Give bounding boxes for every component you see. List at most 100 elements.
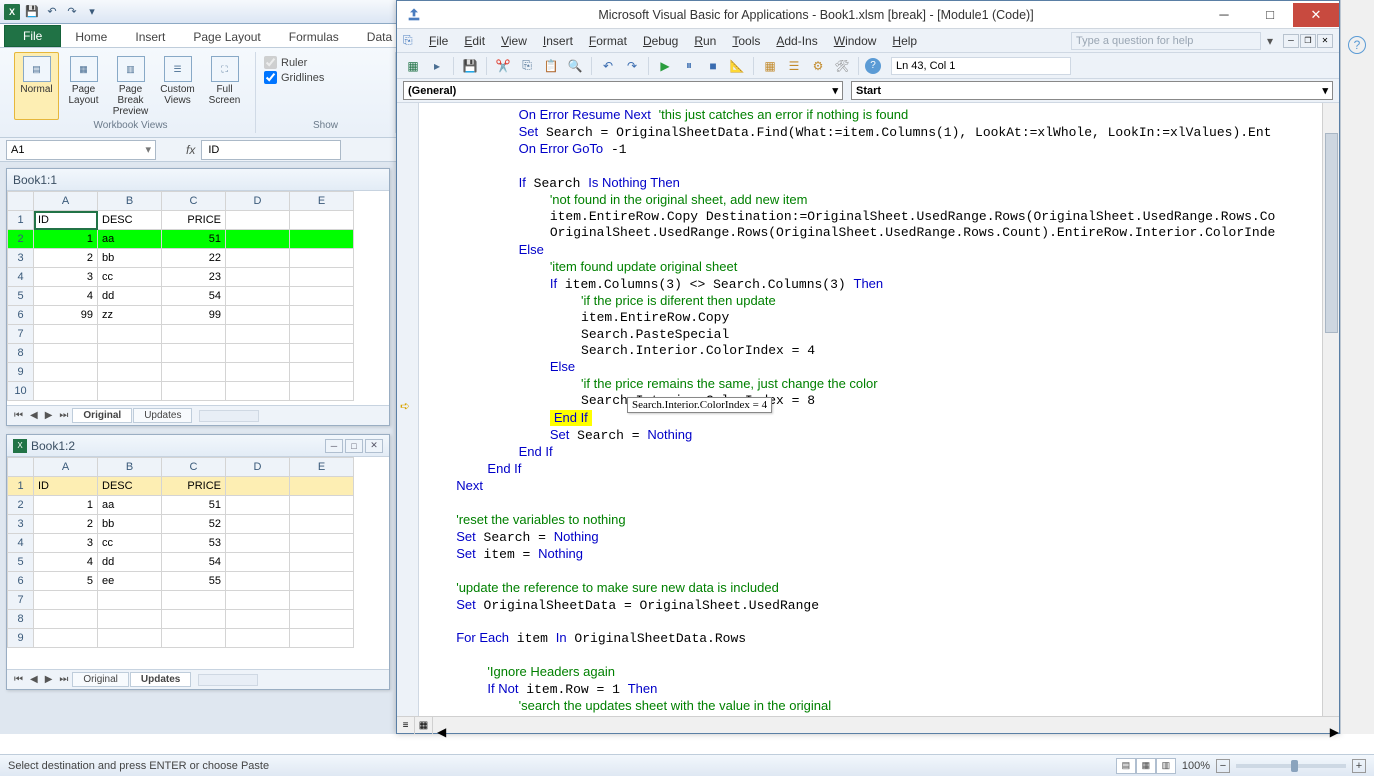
tab-nav-prev-icon[interactable]: ◀ <box>27 410 41 421</box>
menu-view[interactable]: View <box>493 32 535 50</box>
tab-file[interactable]: File <box>4 25 61 47</box>
object-combo[interactable]: (General)▾ <box>403 81 843 100</box>
window-book1-1: Book1:1 ABCDE1IDDESCPRICE21aa5132bb2243c… <box>6 168 390 426</box>
help-search-input[interactable]: Type a question for help <box>1071 32 1261 50</box>
menu-run[interactable]: Run <box>686 32 724 50</box>
value-tooltip: Search.Interior.ColorIndex = 4 <box>627 397 772 413</box>
reset-icon[interactable]: ■ <box>703 56 723 76</box>
cursor-location: Ln 43, Col 1 <box>891 57 1071 75</box>
vbe-window: Microsoft Visual Basic for Applications … <box>396 0 1340 734</box>
tab-nav-first-icon[interactable]: ⏮ <box>11 674 26 685</box>
save-icon[interactable]: 💾 <box>24 4 40 20</box>
worksheet-grid-1[interactable]: ABCDE1IDDESCPRICE21aa5132bb2243cc2354dd5… <box>7 191 389 405</box>
break-icon[interactable]: ⏸ <box>679 56 699 76</box>
zoom-in-icon[interactable]: + <box>1352 759 1366 773</box>
tab-nav-last-icon[interactable]: ⏭ <box>56 674 71 685</box>
paste-icon[interactable]: 📋 <box>541 56 561 76</box>
max-icon[interactable]: □ <box>345 439 363 453</box>
menu-edit[interactable]: Edit <box>456 32 493 50</box>
hscrollbar[interactable]: ≡▦ ◀▶ <box>397 716 1339 733</box>
excel-doc-icon: X <box>13 439 27 453</box>
view-shortcuts[interactable]: ▤▦▥ <box>1116 758 1176 774</box>
chk-ruler[interactable]: Ruler <box>264 56 387 69</box>
vbe-title: Microsoft Visual Basic for Applications … <box>431 8 1201 22</box>
menu-debug[interactable]: Debug <box>635 32 686 50</box>
maximize-button[interactable]: □ <box>1247 3 1293 27</box>
code-editor[interactable]: On Error Resume Next 'this just catches … <box>419 103 1322 716</box>
help-icon[interactable]: ? <box>865 58 881 74</box>
mdi-restore-icon[interactable]: ❐ <box>1300 34 1316 48</box>
redo-icon[interactable]: ↷ <box>622 56 642 76</box>
menu-help[interactable]: Help <box>884 32 925 50</box>
menu-tools[interactable]: Tools <box>724 32 768 50</box>
group-caption-show: Show <box>264 120 387 133</box>
mdi-min-icon[interactable]: ─ <box>1283 34 1299 48</box>
procedure-combo[interactable]: Start▾ <box>851 81 1333 100</box>
menu-window[interactable]: Window <box>826 32 885 50</box>
menu-format[interactable]: Format <box>581 32 635 50</box>
sheet-tab-updates[interactable]: Updates <box>133 408 192 423</box>
vbe-toolbar: ▦ ▸ 💾 ✂️ ⎘ 📋 🔍 ↶ ↷ ▶ ⏸ ■ 📐 ▦ ☰ ⚙ 🛠 ? Ln … <box>397 53 1339 79</box>
help-icon[interactable]: ? <box>1348 36 1366 54</box>
undo-icon[interactable]: ↶ <box>598 56 618 76</box>
tab-nav-prev-icon[interactable]: ◀ <box>27 674 41 685</box>
view-page-break-button[interactable]: ▥Page Break Preview <box>108 52 153 120</box>
fx-icon[interactable]: fx <box>186 143 195 157</box>
tab-insert[interactable]: Insert <box>121 27 179 47</box>
tab-page-layout[interactable]: Page Layout <box>179 27 274 47</box>
vbe-combo-row: (General)▾ Start▾ <box>397 79 1339 103</box>
proc-view-icon[interactable]: ≡ <box>397 717 415 734</box>
tab-nav-next-icon[interactable]: ▶ <box>42 410 56 421</box>
close-icon[interactable]: ✕ <box>365 439 383 453</box>
sheet-tabs-2: ⏮ ◀ ▶ ⏭ Original Updates <box>7 669 389 689</box>
view-normal-button[interactable]: ▤Normal <box>14 52 59 120</box>
menu-file[interactable]: File <box>421 32 456 50</box>
qat-customize-icon[interactable]: ▾ <box>84 4 100 20</box>
formula-input[interactable]: ID <box>201 140 341 160</box>
zoom-slider[interactable] <box>1236 764 1346 768</box>
vscrollbar[interactable] <box>1322 103 1339 716</box>
redo-icon[interactable]: ↷ <box>64 4 80 20</box>
tab-nav-next-icon[interactable]: ▶ <box>42 674 56 685</box>
menu-insert[interactable]: Insert <box>535 32 581 50</box>
run-icon[interactable]: ▶ <box>655 56 675 76</box>
view-full-screen-button[interactable]: ⛶Full Screen <box>202 52 247 120</box>
tab-nav-first-icon[interactable]: ⏮ <box>11 410 26 421</box>
tab-formulas[interactable]: Formulas <box>275 27 353 47</box>
mdi-close-icon[interactable]: ✕ <box>1317 34 1333 48</box>
save-icon[interactable]: 💾 <box>460 56 480 76</box>
close-button[interactable]: ✕ <box>1293 3 1339 27</box>
hscroll-2[interactable] <box>198 674 258 686</box>
sheet-tab-updates[interactable]: Updates <box>130 672 191 687</box>
view-excel-icon[interactable]: ▦ <box>403 56 423 76</box>
copy-icon[interactable]: ⎘ <box>517 56 537 76</box>
chk-gridlines[interactable]: Gridlines <box>264 71 387 84</box>
sheet-tab-original[interactable]: Original <box>72 408 132 423</box>
properties-icon[interactable]: ☰ <box>784 56 804 76</box>
zoom-level[interactable]: 100% <box>1182 760 1210 772</box>
name-box[interactable]: A1▾ <box>6 140 156 160</box>
cut-icon[interactable]: ✂️ <box>493 56 513 76</box>
undo-icon[interactable]: ↶ <box>44 4 60 20</box>
insert-module-icon[interactable]: ▸ <box>427 56 447 76</box>
find-icon[interactable]: 🔍 <box>565 56 585 76</box>
project-explorer-icon[interactable]: ▦ <box>760 56 780 76</box>
hscroll-1[interactable] <box>199 410 259 422</box>
margin-gutter[interactable]: ➪ <box>397 103 419 716</box>
minimize-button[interactable]: ─ <box>1201 3 1247 27</box>
window-title: Book1:2 <box>31 439 75 453</box>
menu-add-ins[interactable]: Add-Ins <box>768 32 825 50</box>
view-page-layout-button[interactable]: ▦Page Layout <box>61 52 106 120</box>
sheet-tab-original[interactable]: Original <box>72 672 128 687</box>
worksheet-grid-2[interactable]: ABCDE1IDDESCPRICE21aa5132bb5243cc5354dd5… <box>7 457 389 669</box>
vbe-menubar: ⎘ FileEditViewInsertFormatDebugRunToolsA… <box>397 29 1339 53</box>
tab-home[interactable]: Home <box>61 27 121 47</box>
design-mode-icon[interactable]: 📐 <box>727 56 747 76</box>
tab-nav-last-icon[interactable]: ⏭ <box>56 410 71 421</box>
toolbox-icon[interactable]: 🛠 <box>832 56 852 76</box>
min-icon[interactable]: ─ <box>325 439 343 453</box>
object-browser-icon[interactable]: ⚙ <box>808 56 828 76</box>
zoom-out-icon[interactable]: − <box>1216 759 1230 773</box>
view-custom-button[interactable]: ☰Custom Views <box>155 52 200 120</box>
full-module-view-icon[interactable]: ▦ <box>415 717 433 734</box>
